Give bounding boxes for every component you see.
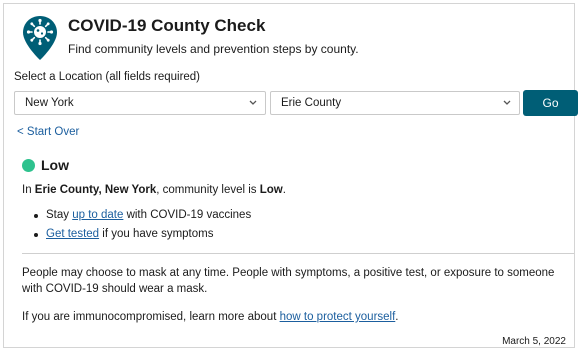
up-to-date-link[interactable]: up to date (72, 209, 123, 221)
bullet-text: if you have symptoms (99, 228, 214, 240)
bullet-text: Stay (46, 209, 73, 221)
chevron-down-icon (503, 100, 511, 105)
get-tested-link[interactable]: Get tested (46, 228, 99, 240)
go-button[interactable]: Go (523, 90, 578, 116)
divider (22, 253, 574, 254)
state-select[interactable]: New York (14, 91, 266, 115)
summary-prefix: In (22, 184, 35, 196)
state-select-value: New York (25, 97, 74, 109)
immuno-suffix: . (395, 311, 399, 323)
updated-date: March 5, 2022 (502, 336, 566, 347)
bullet-text: with COVID-19 vaccines (123, 209, 252, 221)
level-indicator-dot (22, 159, 35, 172)
summary-location: Erie County, New York (34, 184, 157, 196)
location-label: Select a Location (all fields required) (14, 71, 201, 83)
page-title: COVID-19 County Check (68, 16, 266, 35)
county-check-widget: COVID-19 County Check Find community lev… (3, 3, 578, 348)
summary-middle: , community level is (156, 184, 260, 196)
page-subtitle: Find community levels and prevention ste… (68, 42, 359, 56)
protect-yourself-link[interactable]: how to protect yourself (280, 311, 396, 323)
immuno-text: If you are immunocompromised, learn more… (22, 311, 280, 323)
county-select-value: Erie County (281, 97, 342, 109)
immunocompromised-note: If you are immunocompromised, learn more… (22, 311, 399, 323)
summary-level: Low (259, 184, 283, 196)
county-select[interactable]: Erie County (270, 91, 520, 115)
summary-suffix: . (282, 184, 286, 196)
mask-guidance: People may choose to mask at any time. P… (22, 267, 555, 295)
start-over-link[interactable]: < Start Over (17, 126, 79, 138)
location-virus-icon (23, 16, 57, 60)
level-label: Low (41, 157, 69, 173)
chevron-down-icon (249, 100, 257, 105)
header: COVID-19 County Check Find community lev… (20, 14, 560, 64)
level-summary: In Erie County, New York, community leve… (22, 184, 286, 196)
